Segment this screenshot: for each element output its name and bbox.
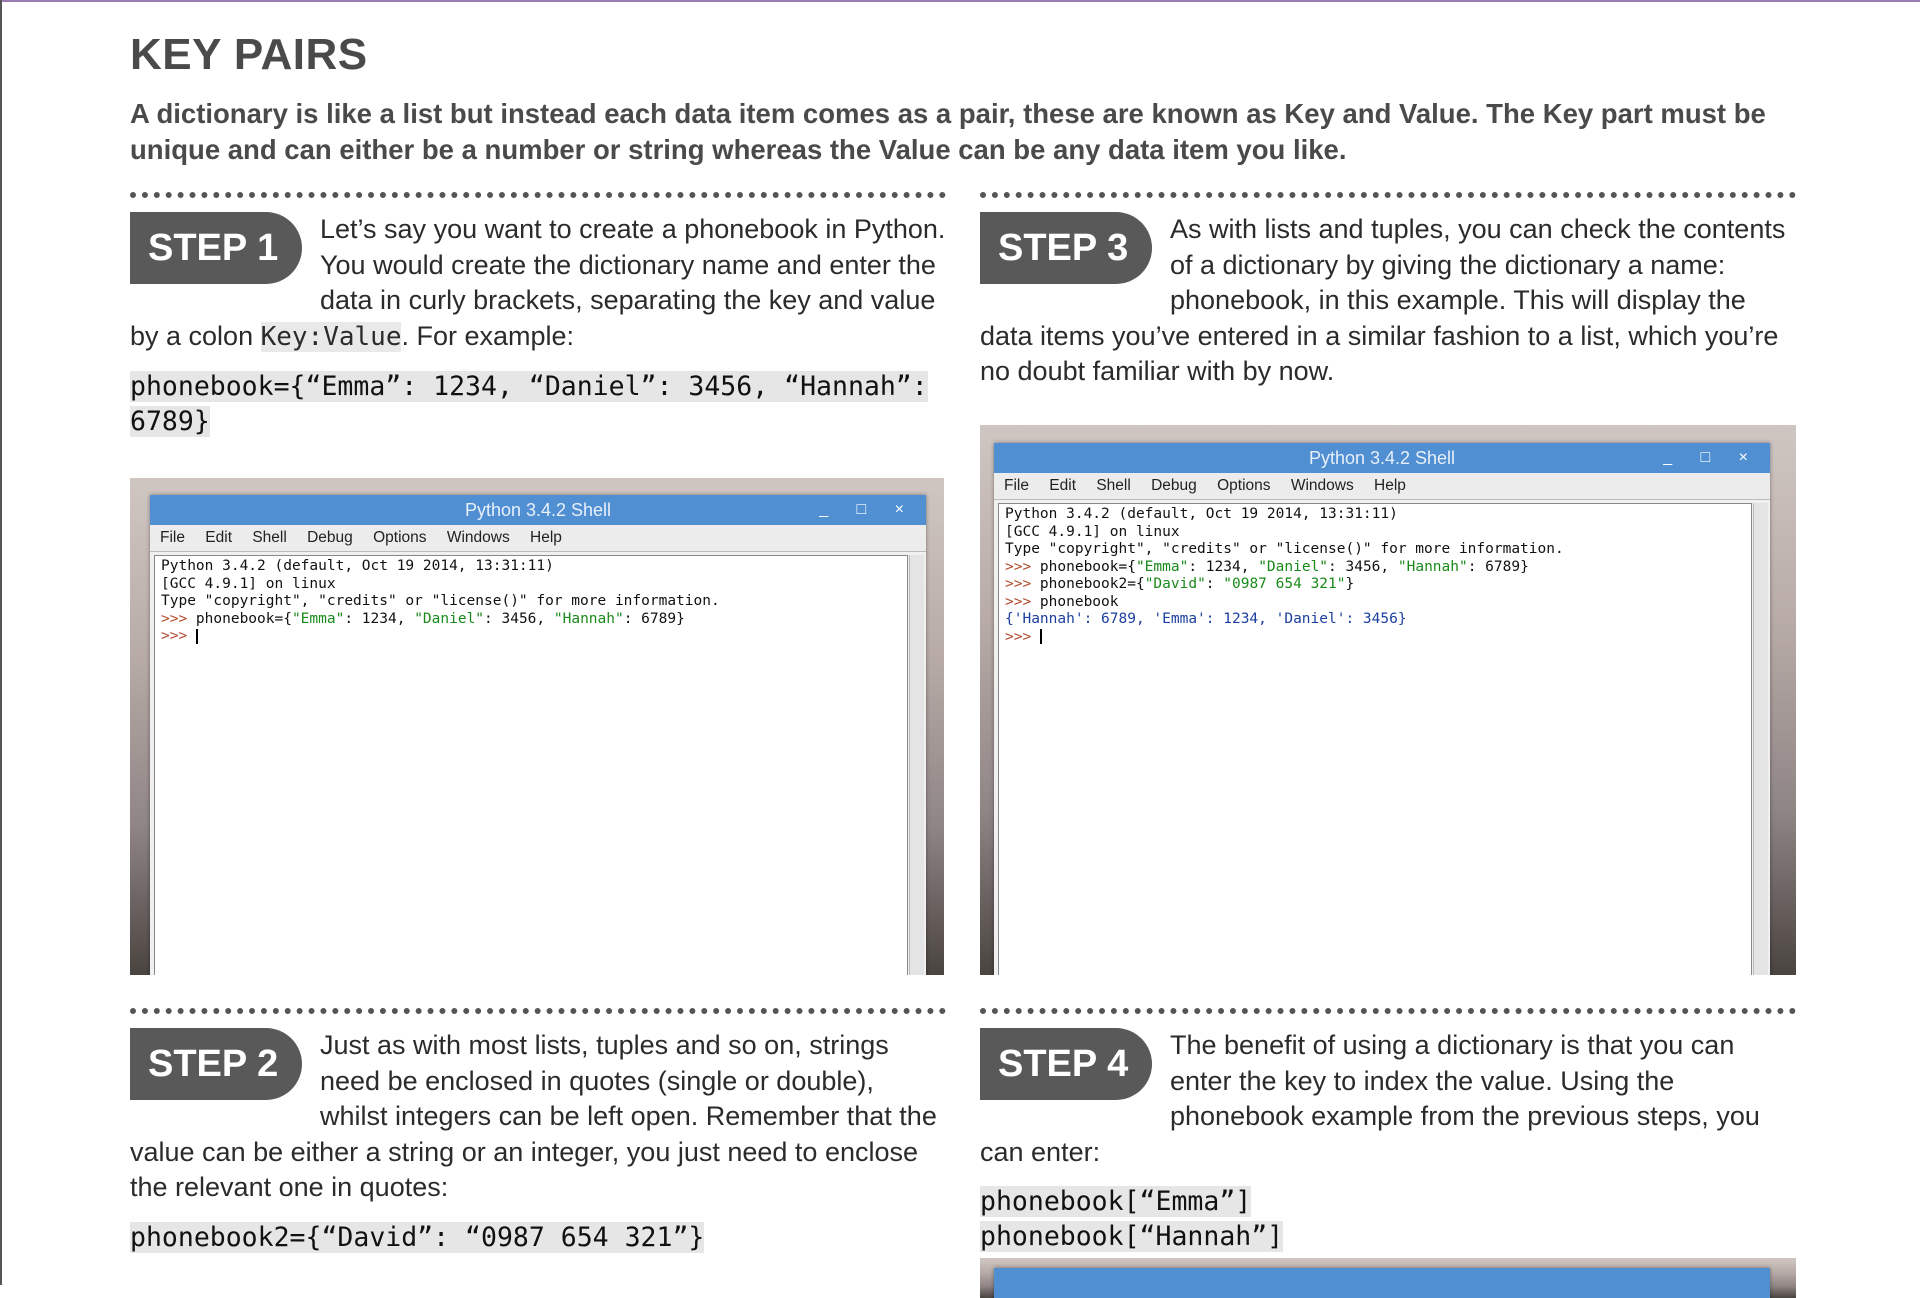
shell-window: Python 3.4.2 Shell _ □ × File Edit Shell… — [994, 443, 1770, 975]
page-title: KEY PAIRS — [130, 30, 368, 79]
menu-windows[interactable]: Windows — [447, 529, 510, 546]
menu-shell[interactable]: Shell — [1096, 477, 1130, 494]
dotted-divider — [980, 1008, 1796, 1014]
left-border — [0, 0, 2, 1285]
text-cursor — [1039, 629, 1042, 644]
window-titlebar: Python 3.4.2 Shell _ □ × — [150, 495, 926, 525]
step-1: STEP 1 Let’s say you want to create a ph… — [130, 212, 946, 439]
menu-help[interactable]: Help — [530, 529, 562, 546]
window-titlebar: Python 3.4.2 Shell _ □ × — [994, 443, 1770, 473]
shell-window: Python 3.4.2 Shell _ □ × File Edit Shell… — [150, 495, 926, 975]
code-block: phonebook={“Emma”: 1234, “Daniel”: 3456,… — [130, 371, 928, 437]
shell-console[interactable]: Python 3.4.2 (default, Oct 19 2014, 13:3… — [998, 503, 1752, 975]
window-controls-icon[interactable]: _ □ × — [819, 495, 916, 525]
menu-file[interactable]: File — [1004, 477, 1029, 494]
step-3: STEP 3 As with lists and tuples, you can… — [980, 212, 1796, 390]
menu-shell[interactable]: Shell — [252, 529, 286, 546]
menu-windows[interactable]: Windows — [1291, 477, 1354, 494]
menu-file[interactable]: File — [160, 529, 185, 546]
top-border — [0, 0, 1920, 2]
shell-console[interactable]: Python 3.4.2 (default, Oct 19 2014, 13:3… — [154, 555, 908, 975]
menu-debug[interactable]: Debug — [1151, 477, 1197, 494]
window-title: Python 3.4.2 Shell — [464, 500, 612, 520]
window-controls-icon[interactable]: _ □ × — [1663, 443, 1760, 473]
step-badge: STEP 2 — [130, 1028, 302, 1100]
code-block: phonebook[“Emma”] phonebook[“Hannah”] — [980, 1186, 1284, 1252]
intro-paragraph: A dictionary is like a list but instead … — [130, 98, 1766, 165]
dotted-divider — [980, 192, 1796, 198]
shell-screenshot-1: Python 3.4.2 Shell _ □ × File Edit Shell… — [130, 478, 944, 975]
menu-options[interactable]: Options — [373, 529, 426, 546]
step-badge: STEP 3 — [980, 212, 1152, 284]
dotted-divider — [130, 1008, 946, 1014]
scrollbar[interactable] — [1753, 503, 1768, 975]
menu-edit[interactable]: Edit — [1049, 477, 1076, 494]
step-4: STEP 4 The benefit of using a dictionary… — [980, 1028, 1796, 1254]
window-title: Python 3.4.2 Shell — [1308, 448, 1456, 468]
text-cursor — [195, 628, 198, 644]
shell-screenshot-2: Python 3.4.2 Shell _ □ × File Edit Shell… — [980, 425, 1796, 975]
step-2: STEP 2 Just as with most lists, tuples a… — [130, 1028, 946, 1255]
code-block: phonebook2={“David”: “0987 654 321”} — [130, 1221, 705, 1253]
menu-bar: File Edit Shell Debug Options Windows He… — [994, 473, 1770, 500]
menu-help[interactable]: Help — [1374, 477, 1406, 494]
menu-edit[interactable]: Edit — [205, 529, 232, 546]
menu-bar: File Edit Shell Debug Options Windows He… — [150, 525, 926, 552]
shell-screenshot-3 — [980, 1258, 1796, 1298]
menu-options[interactable]: Options — [1217, 477, 1270, 494]
window-titlebar — [994, 1268, 1770, 1298]
step-badge: STEP 4 — [980, 1028, 1152, 1100]
shell-output: {'Hannah': 6789, 'Emma': 1234, 'Daniel':… — [1005, 611, 1407, 627]
scrollbar[interactable] — [909, 555, 924, 975]
inline-code: Key:Value — [260, 321, 402, 352]
menu-debug[interactable]: Debug — [307, 529, 353, 546]
dotted-divider — [130, 192, 946, 198]
step-badge: STEP 1 — [130, 212, 302, 284]
shell-window — [994, 1268, 1770, 1298]
